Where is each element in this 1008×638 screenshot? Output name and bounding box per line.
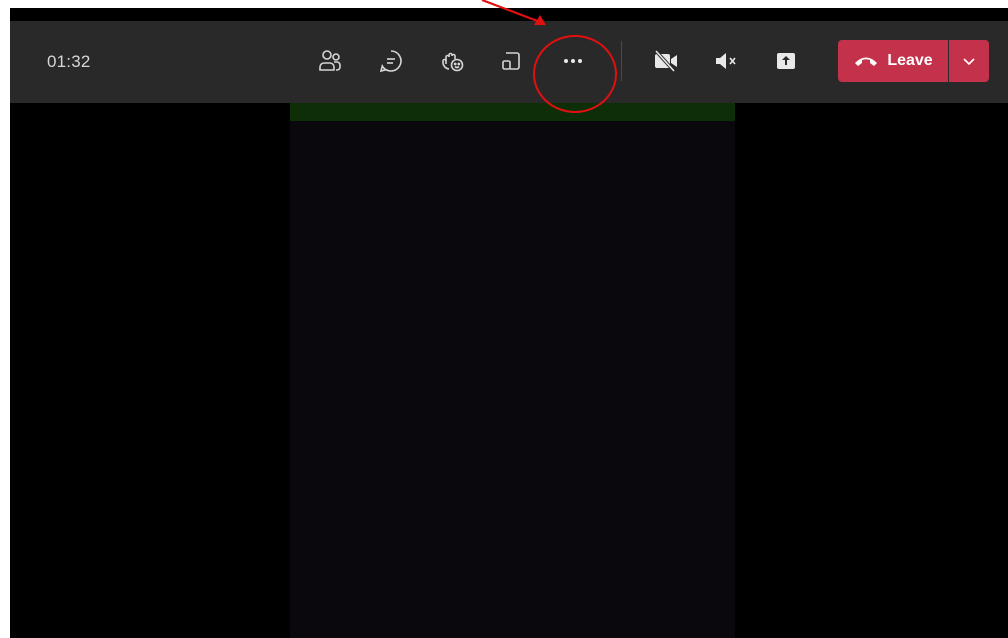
video-top-band [290,103,735,121]
chat-icon [379,50,402,73]
chevron-down-icon [963,58,975,66]
camera-button[interactable] [648,43,684,79]
more-actions-icon [564,59,582,63]
call-toolbar: 01:32 Leave [10,21,1008,103]
chat-button[interactable] [373,43,409,79]
more-actions-button[interactable] [555,43,591,79]
video-stage [10,103,1008,638]
screenshot-stage: 01:32 Leave [0,0,1008,638]
participant-video [290,103,735,638]
rooms-icon [502,52,520,70]
hang-up-icon [855,57,878,66]
meeting-window: 01:32 Leave [10,8,1008,638]
leave-button[interactable]: Leave [838,40,948,82]
camera-off-icon [654,49,677,73]
leave-group: Leave [838,40,989,82]
mute-button[interactable] [708,43,744,79]
leave-label: Leave [887,52,933,69]
share-screen-icon [777,53,795,69]
people-icon [319,50,341,71]
toolbar-divider [621,41,622,81]
mic-muted-icon [716,53,736,69]
call-timer: 01:32 [47,52,91,71]
rooms-button[interactable] [493,43,529,79]
react-icon [442,52,464,72]
react-button[interactable] [435,43,471,79]
share-screen-button[interactable] [768,43,804,79]
window-top-strip [10,8,1008,21]
people-button[interactable] [312,43,348,79]
leave-options-button[interactable] [949,40,989,82]
